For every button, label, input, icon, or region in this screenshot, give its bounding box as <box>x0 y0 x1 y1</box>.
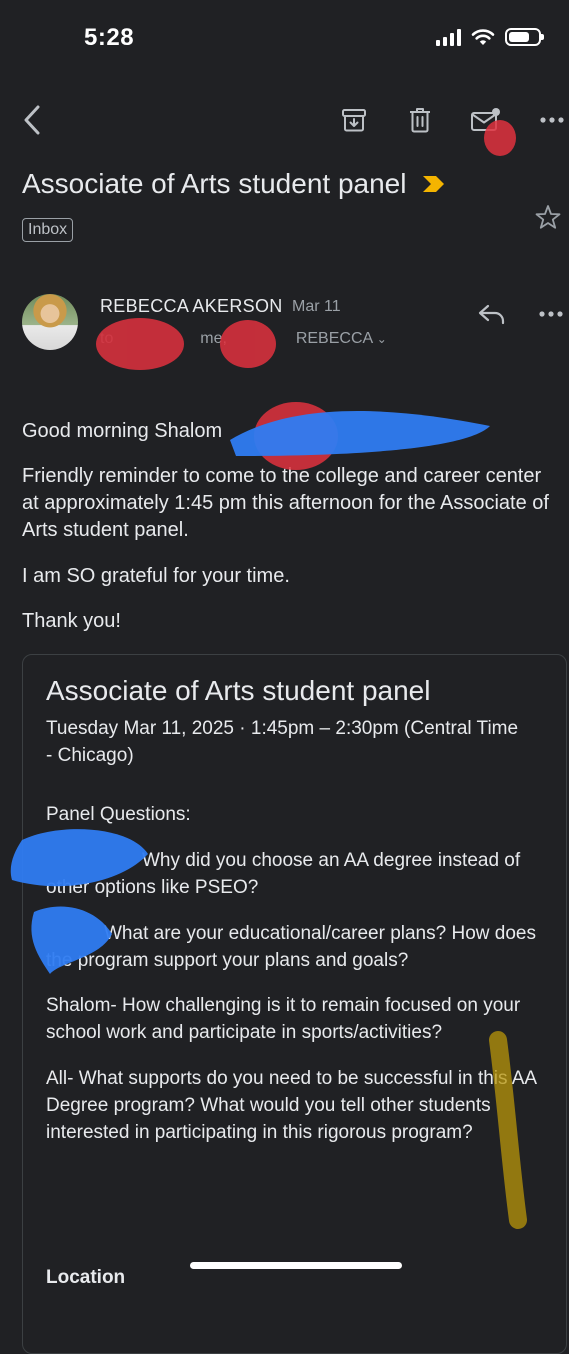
reply-button[interactable] <box>472 294 512 334</box>
body-paragraph: Friendly reminder to come to the college… <box>22 465 549 541</box>
panel-question: All- What supports do you need to be suc… <box>46 1068 537 1143</box>
recipients-visible: me, <box>200 330 227 347</box>
sender-row: REBECCA AKERSON Mar 11 to me, REBECCA ⌄ <box>0 292 569 356</box>
back-button[interactable] <box>10 96 54 144</box>
message-more-button[interactable] <box>534 294 568 334</box>
body-paragraph: I am SO grateful for your time. <box>22 565 290 587</box>
cellular-signal-icon <box>436 28 461 46</box>
more-horizontal-icon <box>540 117 564 123</box>
home-indicator[interactable] <box>190 1262 402 1269</box>
panel-question: Why did you choose an AA degree instead … <box>46 847 551 901</box>
status-icons <box>436 28 544 46</box>
panel-questions-heading: Panel Questions: <box>46 804 191 825</box>
archive-button[interactable] <box>332 96 376 144</box>
star-button[interactable] <box>531 200 565 234</box>
calendar-event-card[interactable]: Associate of Arts student panel Tuesday … <box>22 654 567 1354</box>
event-time: Tuesday Mar 11, 2025 · 1:45pm – 2:30pm (… <box>46 718 519 766</box>
recipients-prefix: to <box>100 330 114 347</box>
mark-unread-button[interactable] <box>464 96 508 144</box>
more-horizontal-icon <box>539 311 563 317</box>
delete-button[interactable] <box>398 96 442 144</box>
wifi-icon <box>471 29 495 45</box>
body-paragraph: Thank you! <box>22 610 121 632</box>
panel-question: What are your educational/career plans? … <box>46 920 551 974</box>
sender-name[interactable]: REBECCA AKERSON <box>100 296 283 317</box>
chevron-down-icon: ⌄ <box>376 332 387 346</box>
email-toolbar <box>0 96 569 144</box>
question-text: What are your educational/career plans? … <box>46 923 536 971</box>
panel-question: Shalom- How challenging is it to remain … <box>46 995 521 1043</box>
back-arrow-icon <box>24 105 40 135</box>
question-text: Why did you choose an AA degree instead … <box>46 850 521 898</box>
recipients-line[interactable]: to me, REBECCA ⌄ <box>100 330 387 348</box>
importance-marker-icon[interactable] <box>422 175 446 193</box>
more-options-button[interactable] <box>530 96 569 144</box>
mark-unread-icon <box>471 108 500 131</box>
email-date: Mar 11 <box>292 298 341 315</box>
star-icon <box>535 205 561 229</box>
event-title: Associate of Arts student panel <box>46 675 431 706</box>
reply-icon <box>478 304 505 325</box>
inbox-label-chip[interactable]: Inbox <box>22 218 74 242</box>
archive-icon <box>342 109 366 132</box>
status-bar: 5:28 <box>0 0 569 80</box>
location-heading: Location <box>46 1267 126 1288</box>
greeting: Good morning Shalom <box>22 420 223 442</box>
status-time: 5:28 <box>84 24 135 51</box>
email-subject-row: Associate of Arts student panel <box>22 168 446 200</box>
trash-icon <box>410 108 430 133</box>
battery-icon <box>505 28 544 46</box>
email-subject: Associate of Arts student panel <box>22 168 407 199</box>
recipients-tail: REBECCA <box>295 330 373 347</box>
sender-avatar[interactable] <box>22 294 78 350</box>
